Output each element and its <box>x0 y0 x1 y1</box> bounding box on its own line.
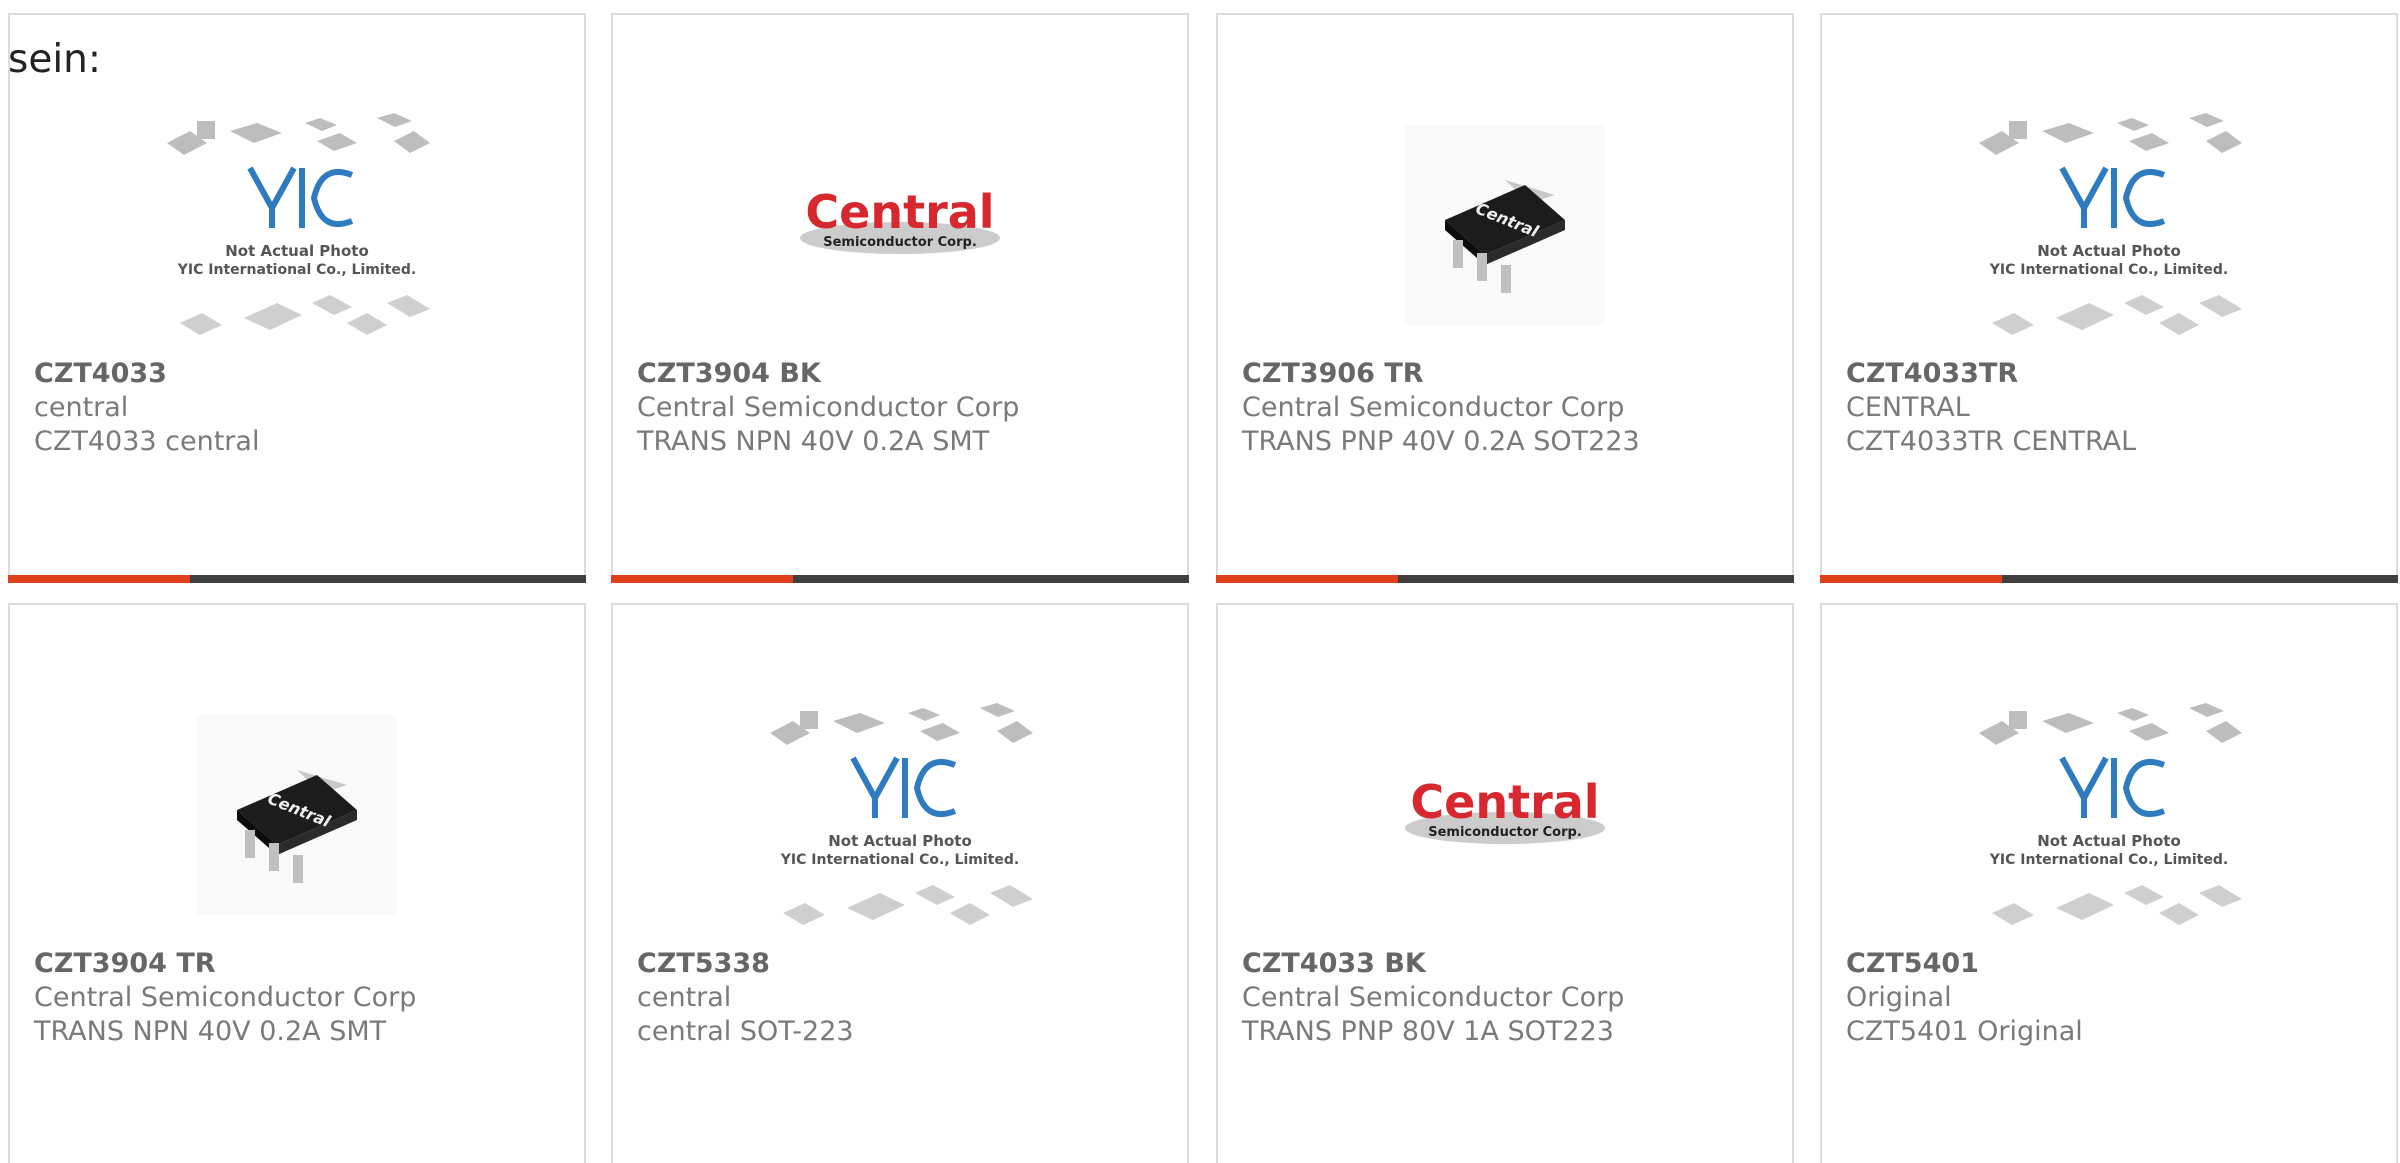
product-image: Not Actual Photo YIC International Co., … <box>1822 675 2396 955</box>
not-actual-photo-placeholder: Not Actual Photo YIC International Co., … <box>1974 693 2244 938</box>
product-card[interactable]: Not Actual Photo YIC International Co., … <box>611 603 1189 1163</box>
product-image: Not Actual Photo YIC International Co., … <box>10 85 584 365</box>
part-number[interactable]: CZT3904 BK <box>637 357 1171 391</box>
not-actual-photo-placeholder: Not Actual Photo YIC International Co., … <box>162 103 432 348</box>
description: TRANS NPN 40V 0.2A SMT <box>637 426 990 457</box>
not-actual-photo-placeholder: Not Actual Photo YIC International Co., … <box>765 693 1035 938</box>
product-info: CZT5401 Original CZT5401 Original <box>1846 947 2380 1049</box>
part-number[interactable]: CZT4033 <box>34 357 568 391</box>
manufacturer: CENTRAL <box>1846 392 1970 423</box>
card-bottom-bar <box>1216 575 1794 583</box>
central-semiconductor-logo: Central Semiconductor Corp. <box>1395 770 1615 860</box>
placeholder-line2: YIC International Co., Limited. <box>1989 852 2228 868</box>
product-grid-page: sein: Not Actual Photo YIC International… <box>0 0 2400 1163</box>
card-bottom-bar <box>8 575 586 583</box>
manufacturer: central <box>34 392 129 423</box>
placeholder-line1: Not Actual Photo <box>2037 242 2181 260</box>
description: TRANS NPN 40V 0.2A SMT <box>34 1016 387 1047</box>
product-info: CZT4033 central CZT4033 central <box>34 357 568 459</box>
yic-logo-icon <box>2059 756 2166 818</box>
yic-logo-icon <box>247 166 354 228</box>
product-info: CZT3904 BK Central Semiconductor Corp TR… <box>637 357 1171 459</box>
part-number[interactable]: CZT3904 TR <box>34 947 568 981</box>
manufacturer: Central Semiconductor Corp <box>637 392 1020 423</box>
placeholder-line2: YIC International Co., Limited. <box>1989 262 2228 278</box>
description: TRANS PNP 40V 0.2A SOT223 <box>1242 426 1640 457</box>
manufacturer: Central Semiconductor Corp <box>1242 392 1625 423</box>
product-image: Central Semiconductor Corp. <box>1218 675 1792 955</box>
card-bottom-bar <box>611 575 1189 583</box>
placeholder-line1: Not Actual Photo <box>225 242 369 260</box>
not-actual-photo-placeholder: Not Actual Photo YIC International Co., … <box>1974 103 2244 348</box>
part-number[interactable]: CZT5338 <box>637 947 1171 981</box>
part-number[interactable]: CZT4033 BK <box>1242 947 1776 981</box>
product-info: CZT4033TR CENTRAL CZT4033TR CENTRAL <box>1846 357 2380 459</box>
product-card[interactable]: Central CZT3904 TR Central Semiconductor… <box>8 603 586 1163</box>
description: CZT5401 Original <box>1846 1016 2083 1047</box>
product-card[interactable]: Not Actual Photo YIC International Co., … <box>1820 13 2398 583</box>
product-image: Central <box>10 675 584 955</box>
manufacturer: central <box>637 982 732 1013</box>
placeholder-line2: YIC International Co., Limited. <box>780 852 1019 868</box>
product-info: CZT5338 central central SOT-223 <box>637 947 1171 1049</box>
part-number[interactable]: CZT5401 <box>1846 947 2380 981</box>
product-info: CZT3904 TR Central Semiconductor Corp TR… <box>34 947 568 1049</box>
description: central SOT-223 <box>637 1016 854 1047</box>
product-info: CZT4033 BK Central Semiconductor Corp TR… <box>1242 947 1776 1049</box>
product-info: CZT3906 TR Central Semiconductor Corp TR… <box>1242 357 1776 459</box>
central-logo-sub: Semiconductor Corp. <box>1428 825 1582 840</box>
product-image: Central <box>1218 85 1792 365</box>
sot223-chip-photo: Central <box>197 715 397 915</box>
product-card[interactable]: Central Semiconductor Corp. CZT3904 BK C… <box>611 13 1189 583</box>
product-card[interactable]: Not Actual Photo YIC International Co., … <box>1820 603 2398 1163</box>
product-image: Not Actual Photo YIC International Co., … <box>613 675 1187 955</box>
placeholder-line2: YIC International Co., Limited. <box>177 262 416 278</box>
yic-logo-icon <box>850 756 957 818</box>
product-card[interactable]: Central Semiconductor Corp. CZT4033 BK C… <box>1216 603 1794 1163</box>
card-bottom-bar <box>1820 575 2398 583</box>
yic-logo-icon <box>2059 166 2166 228</box>
central-semiconductor-logo: Central Semiconductor Corp. <box>790 180 1010 270</box>
product-image: Not Actual Photo YIC International Co., … <box>1822 85 2396 365</box>
manufacturer: Central Semiconductor Corp <box>1242 982 1625 1013</box>
part-number[interactable]: CZT4033TR <box>1846 357 2380 391</box>
manufacturer: Original <box>1846 982 1952 1013</box>
placeholder-line1: Not Actual Photo <box>828 832 972 850</box>
description: CZT4033 central <box>34 426 260 457</box>
product-card[interactable]: Not Actual Photo YIC International Co., … <box>8 13 586 583</box>
part-number[interactable]: CZT3906 TR <box>1242 357 1776 391</box>
intro-text: sein: <box>8 37 102 82</box>
placeholder-line1: Not Actual Photo <box>2037 832 2181 850</box>
description: CZT4033TR CENTRAL <box>1846 426 2137 457</box>
manufacturer: Central Semiconductor Corp <box>34 982 417 1013</box>
central-logo-main: Central <box>805 185 994 239</box>
product-image: Central Semiconductor Corp. <box>613 85 1187 365</box>
sot223-chip-photo: Central <box>1405 125 1605 325</box>
description: TRANS PNP 80V 1A SOT223 <box>1242 1016 1614 1047</box>
product-card[interactable]: Central CZT3906 TR Central Semiconductor… <box>1216 13 1794 583</box>
central-logo-sub: Semiconductor Corp. <box>823 235 977 250</box>
central-logo-main: Central <box>1410 775 1599 829</box>
